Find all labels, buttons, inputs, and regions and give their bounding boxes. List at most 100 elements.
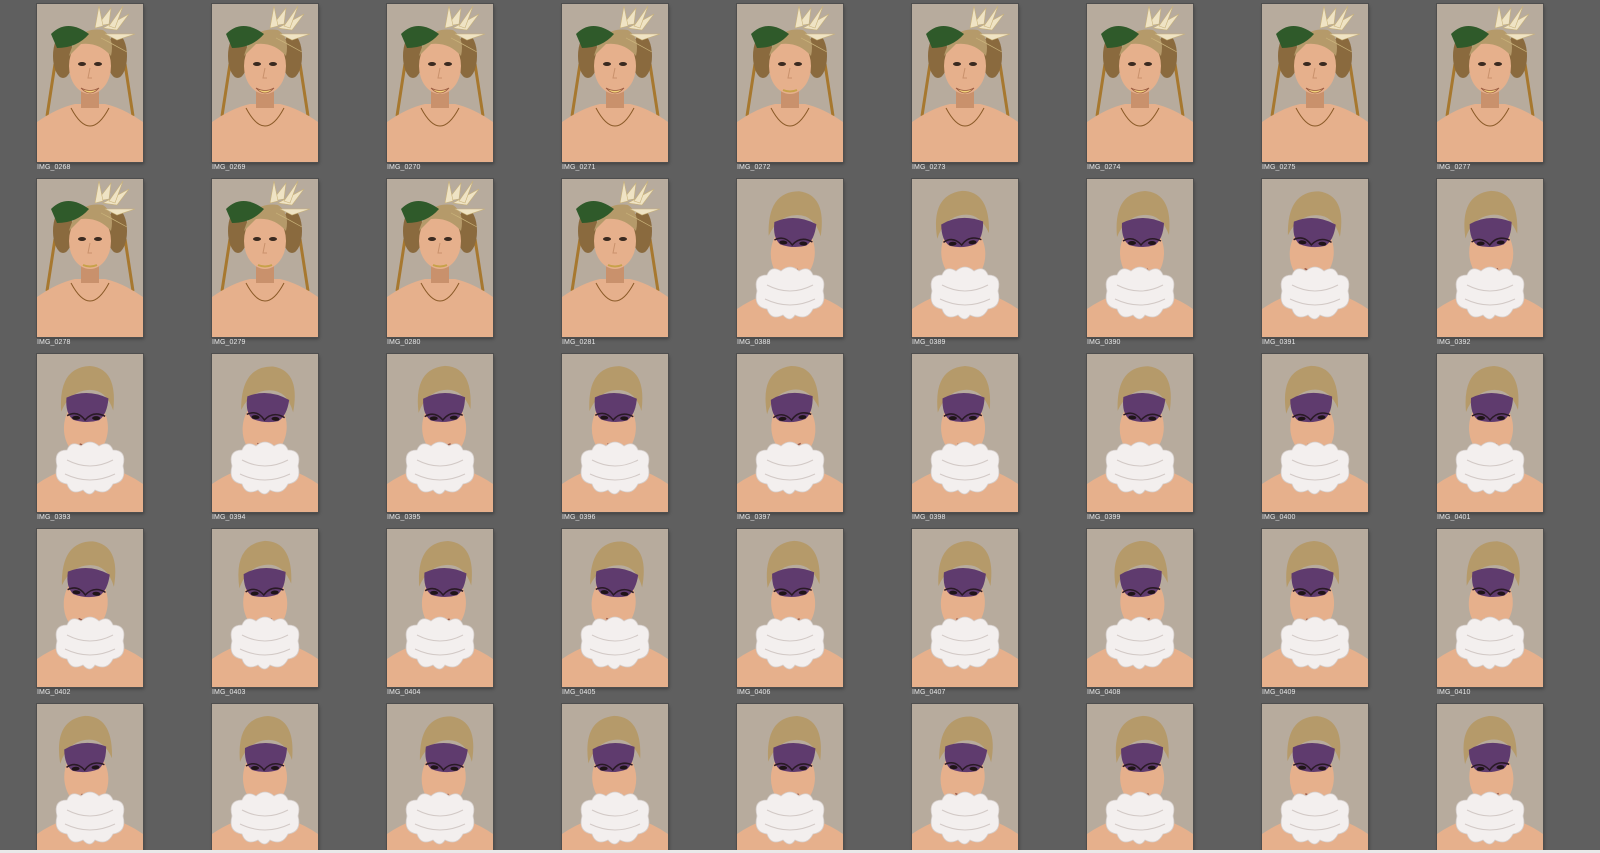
thumbnail-image[interactable] xyxy=(562,354,668,512)
thumbnail-filename: IMG_0270 xyxy=(387,164,421,171)
thumbnail-item[interactable]: IMG_0406 xyxy=(737,529,843,701)
thumbnail-image[interactable] xyxy=(1087,4,1193,162)
thumbnail-item[interactable] xyxy=(1437,704,1543,853)
thumbnail-filename: IMG_0280 xyxy=(387,339,421,346)
thumbnail-item[interactable]: IMG_0274 xyxy=(1087,4,1193,176)
thumbnail-image[interactable] xyxy=(1087,704,1193,853)
thumbnail-item[interactable]: IMG_0400 xyxy=(1262,354,1368,526)
thumbnail-item[interactable]: IMG_0268 xyxy=(37,4,143,176)
thumbnail-filename: IMG_0273 xyxy=(912,164,946,171)
thumbnail-item[interactable]: IMG_0399 xyxy=(1087,354,1193,526)
thumbnail-image[interactable] xyxy=(562,179,668,337)
thumbnail-filename: IMG_0274 xyxy=(1087,164,1121,171)
thumbnail-item[interactable]: IMG_0409 xyxy=(1262,529,1368,701)
thumbnail-image[interactable] xyxy=(37,704,143,853)
thumbnail-item[interactable] xyxy=(562,704,668,853)
thumbnail-item[interactable]: IMG_0395 xyxy=(387,354,493,526)
thumbnail-item[interactable]: IMG_0407 xyxy=(912,529,1018,701)
thumbnail-item[interactable] xyxy=(912,704,1018,853)
thumbnail-item[interactable]: IMG_0279 xyxy=(212,179,318,351)
thumbnail-image[interactable] xyxy=(1437,354,1543,512)
thumbnail-item[interactable]: IMG_0390 xyxy=(1087,179,1193,351)
thumbnail-item[interactable]: IMG_0281 xyxy=(562,179,668,351)
thumbnail-item[interactable]: IMG_0397 xyxy=(737,354,843,526)
thumbnail-image[interactable] xyxy=(1087,354,1193,512)
thumbnail-image[interactable] xyxy=(1437,704,1543,853)
thumbnail-image[interactable] xyxy=(912,4,1018,162)
thumbnail-item[interactable] xyxy=(387,704,493,853)
thumbnail-image[interactable] xyxy=(912,354,1018,512)
thumbnail-image[interactable] xyxy=(37,4,143,162)
thumbnail-image[interactable] xyxy=(737,704,843,853)
thumbnail-item[interactable]: IMG_0396 xyxy=(562,354,668,526)
thumbnail-image[interactable] xyxy=(1437,4,1543,162)
thumbnail-item[interactable]: IMG_0280 xyxy=(387,179,493,351)
thumbnail-item[interactable]: IMG_0389 xyxy=(912,179,1018,351)
thumbnail-image[interactable] xyxy=(1262,529,1368,687)
thumbnail-item[interactable]: IMG_0401 xyxy=(1437,354,1543,526)
thumbnail-item[interactable]: IMG_0388 xyxy=(737,179,843,351)
thumbnail-image[interactable] xyxy=(1437,529,1543,687)
thumbnail-image[interactable] xyxy=(1262,179,1368,337)
thumbnail-item[interactable]: IMG_0272 xyxy=(737,4,843,176)
thumbnail-item[interactable] xyxy=(212,704,318,853)
thumbnail-image[interactable] xyxy=(387,354,493,512)
thumbnail-item[interactable]: IMG_0278 xyxy=(37,179,143,351)
thumbnail-image[interactable] xyxy=(37,529,143,687)
thumbnail-image[interactable] xyxy=(912,529,1018,687)
thumbnail-image[interactable] xyxy=(1087,179,1193,337)
thumbnail-image[interactable] xyxy=(912,704,1018,853)
thumbnail-image[interactable] xyxy=(1262,704,1368,853)
thumbnail-filename: IMG_0388 xyxy=(737,339,771,346)
thumbnail-item[interactable]: IMG_0398 xyxy=(912,354,1018,526)
thumbnail-image[interactable] xyxy=(387,704,493,853)
thumbnail-filename: IMG_0409 xyxy=(1262,689,1296,696)
thumbnail-image[interactable] xyxy=(737,529,843,687)
thumbnail-image[interactable] xyxy=(737,4,843,162)
thumbnail-image[interactable] xyxy=(37,179,143,337)
thumbnail-item[interactable]: IMG_0269 xyxy=(212,4,318,176)
thumbnail-image[interactable] xyxy=(387,4,493,162)
thumbnail-item[interactable]: IMG_0392 xyxy=(1437,179,1543,351)
thumbnail-image[interactable] xyxy=(912,179,1018,337)
thumbnail-filename: IMG_0396 xyxy=(562,514,596,521)
thumbnail-item[interactable]: IMG_0408 xyxy=(1087,529,1193,701)
thumbnail-image[interactable] xyxy=(212,179,318,337)
thumbnail-filename: IMG_0399 xyxy=(1087,514,1121,521)
thumbnail-item[interactable] xyxy=(1087,704,1193,853)
thumbnail-item[interactable]: IMG_0403 xyxy=(212,529,318,701)
thumbnail-item[interactable]: IMG_0394 xyxy=(212,354,318,526)
thumbnail-image[interactable] xyxy=(212,4,318,162)
thumbnail-item[interactable] xyxy=(37,704,143,853)
thumbnail-filename: IMG_0395 xyxy=(387,514,421,521)
thumbnail-image[interactable] xyxy=(562,4,668,162)
thumbnail-image[interactable] xyxy=(387,529,493,687)
thumbnail-item[interactable]: IMG_0277 xyxy=(1437,4,1543,176)
thumbnail-item[interactable]: IMG_0405 xyxy=(562,529,668,701)
thumbnail-item[interactable]: IMG_0402 xyxy=(37,529,143,701)
thumbnail-image[interactable] xyxy=(1262,4,1368,162)
thumbnail-item[interactable]: IMG_0270 xyxy=(387,4,493,176)
thumbnail-image[interactable] xyxy=(562,704,668,853)
thumbnail-image[interactable] xyxy=(562,529,668,687)
thumbnail-item[interactable]: IMG_0391 xyxy=(1262,179,1368,351)
thumbnail-image[interactable] xyxy=(1087,529,1193,687)
thumbnail-image[interactable] xyxy=(737,354,843,512)
thumbnail-item[interactable]: IMG_0275 xyxy=(1262,4,1368,176)
thumbnail-item[interactable] xyxy=(737,704,843,853)
thumbnail-item[interactable]: IMG_0393 xyxy=(37,354,143,526)
thumbnail-item[interactable]: IMG_0404 xyxy=(387,529,493,701)
thumbnail-filename: IMG_0281 xyxy=(562,339,596,346)
thumbnail-item[interactable]: IMG_0410 xyxy=(1437,529,1543,701)
thumbnail-image[interactable] xyxy=(1437,179,1543,337)
thumbnail-item[interactable]: IMG_0271 xyxy=(562,4,668,176)
thumbnail-image[interactable] xyxy=(212,704,318,853)
thumbnail-image[interactable] xyxy=(37,354,143,512)
thumbnail-item[interactable] xyxy=(1262,704,1368,853)
thumbnail-image[interactable] xyxy=(387,179,493,337)
thumbnail-image[interactable] xyxy=(737,179,843,337)
thumbnail-image[interactable] xyxy=(1262,354,1368,512)
thumbnail-item[interactable]: IMG_0273 xyxy=(912,4,1018,176)
thumbnail-image[interactable] xyxy=(212,354,318,512)
thumbnail-image[interactable] xyxy=(212,529,318,687)
